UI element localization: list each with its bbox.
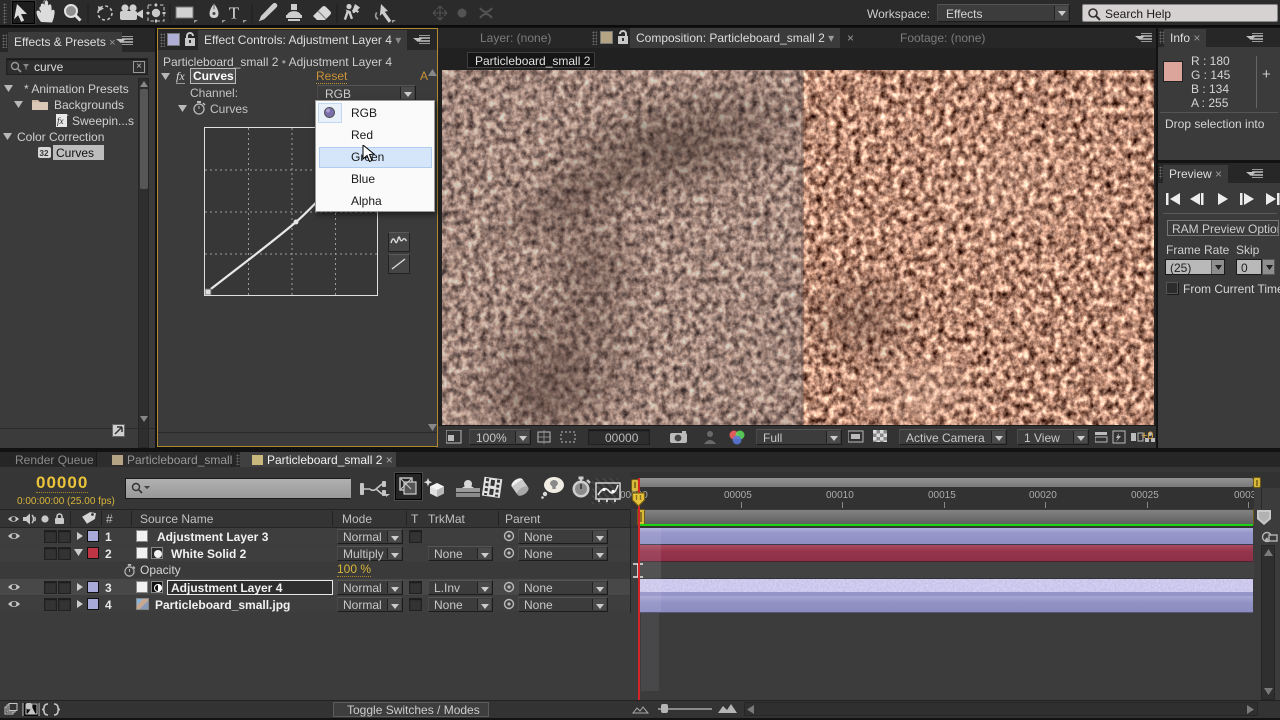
svg-text:32: 32 <box>40 149 49 158</box>
svg-text:fx: fx <box>57 116 64 126</box>
svg-text:T: T <box>229 4 240 23</box>
